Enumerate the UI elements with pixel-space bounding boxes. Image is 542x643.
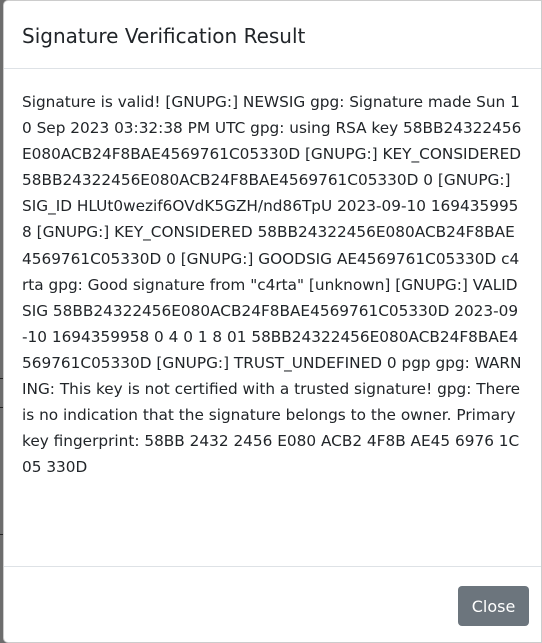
dialog-footer: Close [4, 567, 541, 642]
dialog-title: Signature Verification Result [22, 24, 306, 48]
close-button[interactable]: Close [458, 586, 529, 626]
dialog-body: Signature is valid! [GNUPG:] NEWSIG gpg:… [4, 69, 541, 567]
dialog-header: Signature Verification Result [4, 1, 541, 69]
signature-verification-dialog: Signature Verification Result Signature … [3, 0, 542, 643]
verification-result-text: Signature is valid! [GNUPG:] NEWSIG gpg:… [22, 93, 522, 477]
